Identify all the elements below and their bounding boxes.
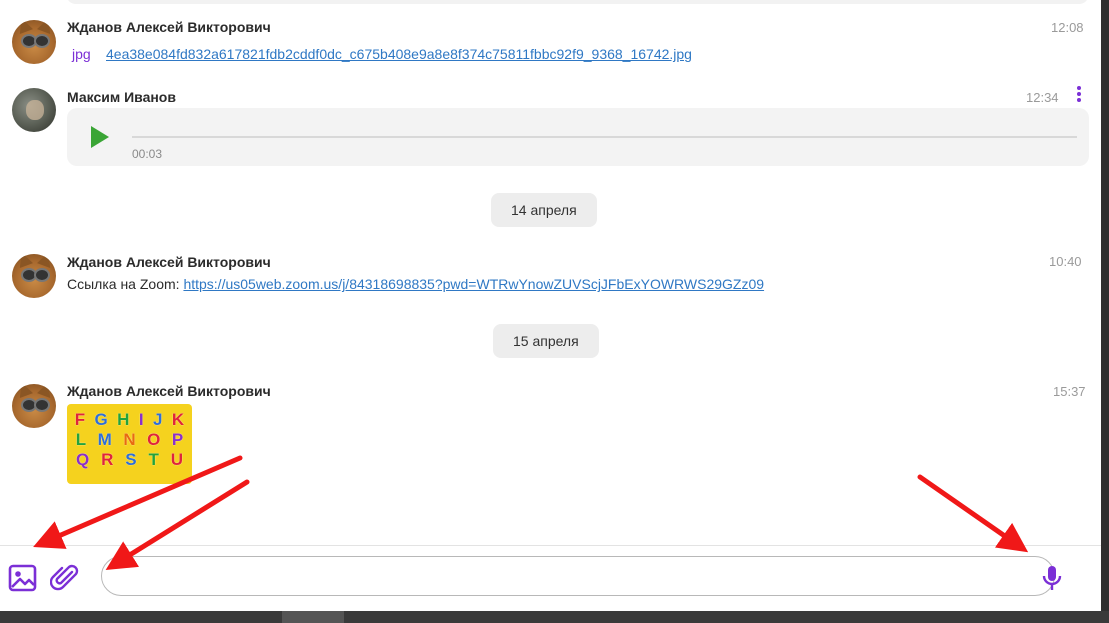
avatar-ivanov[interactable] xyxy=(12,88,56,132)
previous-message-bubble xyxy=(66,0,1089,4)
image-letter: H xyxy=(117,410,130,429)
window-edge xyxy=(1101,0,1109,611)
zoom-label: Ссылка на Zoom: xyxy=(67,276,184,292)
image-letter: Q xyxy=(75,450,90,469)
audio-progress-track[interactable] xyxy=(132,136,1077,138)
chat-history[interactable]: Жданов Алексей Викторович 12:08 jpg 4ea3… xyxy=(0,0,1101,545)
zoom-link[interactable]: https://us05web.zoom.us/j/84318698835?pw… xyxy=(183,276,764,292)
message-author: Максим Иванов xyxy=(67,89,176,105)
message-composer xyxy=(0,545,1101,612)
image-letter: T xyxy=(148,450,159,469)
avatar-zhdanov[interactable] xyxy=(12,384,56,428)
message-author: Жданов Алексей Викторович xyxy=(67,383,271,399)
date-divider: 14 апреля xyxy=(491,193,597,227)
taskbar-strip xyxy=(0,611,1109,623)
image-letter: I xyxy=(138,410,144,429)
audio-duration: 00:03 xyxy=(132,147,163,161)
audio-message: 00:03 xyxy=(67,108,1089,166)
avatar-zhdanov[interactable] xyxy=(12,20,56,64)
message-time: 15:37 xyxy=(1053,384,1086,399)
play-icon[interactable] xyxy=(91,126,109,148)
image-letter: L xyxy=(75,430,87,449)
avatar-zhdanov[interactable] xyxy=(12,254,56,298)
message-author: Жданов Алексей Викторович xyxy=(67,254,271,270)
message-time: 12:34 xyxy=(1026,90,1059,105)
date-divider: 15 апреля xyxy=(493,324,599,358)
image-letter: F xyxy=(74,410,86,429)
message-input[interactable] xyxy=(101,556,1055,596)
message-time: 12:08 xyxy=(1051,20,1084,35)
message-text: Ссылка на Zoom: https://us05web.zoom.us/… xyxy=(67,276,764,292)
image-letter: M xyxy=(97,430,112,449)
image-letter: N xyxy=(123,430,136,449)
microphone-icon[interactable] xyxy=(1038,563,1066,593)
image-letter: J xyxy=(153,410,163,429)
image-letter: P xyxy=(171,430,184,449)
message-author: Жданов Алексей Викторович xyxy=(67,19,271,35)
message-menu-icon[interactable] xyxy=(1076,86,1082,104)
image-letter: K xyxy=(171,410,185,429)
image-attachment[interactable]: F G H I J K L M N O P Q R S T U xyxy=(67,404,192,484)
image-letter: S xyxy=(125,450,137,469)
image-letter: G xyxy=(94,410,108,429)
file-type-label: jpg xyxy=(72,46,91,62)
image-icon[interactable] xyxy=(8,563,38,593)
image-letter: O xyxy=(147,430,161,449)
file-link[interactable]: 4ea38e084fd832a617821fdb2cddf0dc_c675b40… xyxy=(106,46,692,62)
image-letter: R xyxy=(101,450,114,469)
paperclip-icon[interactable] xyxy=(49,563,80,593)
image-letter: U xyxy=(170,450,184,469)
message-time: 10:40 xyxy=(1049,254,1082,269)
